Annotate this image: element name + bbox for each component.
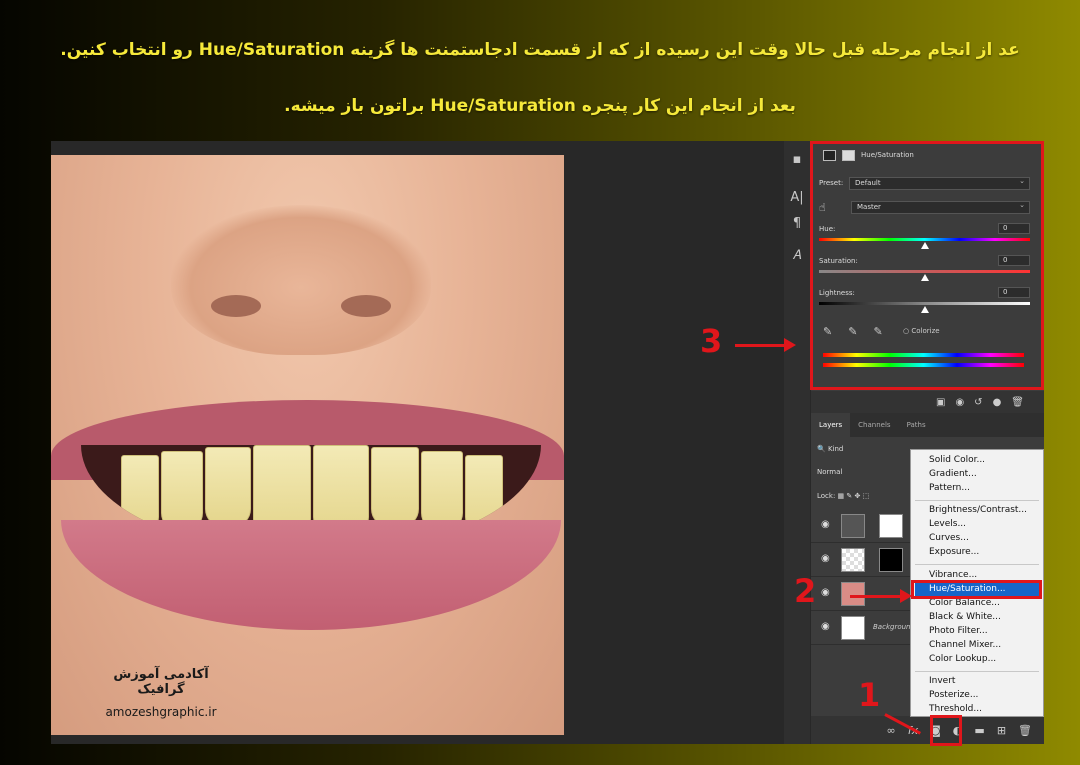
- step-3-number: 3: [700, 322, 723, 360]
- menu-separator: [915, 671, 1039, 672]
- collapsed-panel-icons: ▪ A| ¶ 𝐴: [784, 141, 810, 269]
- step-1-number: 1: [858, 676, 881, 714]
- highlight-box-adjustment-button: [930, 715, 962, 746]
- highlight-box-properties: [810, 141, 1044, 390]
- menu-separator: [915, 564, 1039, 565]
- visibility-icon[interactable]: ●: [993, 397, 1002, 408]
- reset-icon[interactable]: ↺: [974, 397, 982, 408]
- watermark: آکادمی آموزش گرافیک amozeshgraphic.ir: [91, 667, 231, 719]
- menu-item-levels[interactable]: Levels...: [929, 518, 966, 531]
- menu-item-pattern[interactable]: Pattern...: [929, 482, 970, 495]
- menu-item-solid-color[interactable]: Solid Color...: [929, 454, 985, 467]
- lock-row: Lock: ▦ ✎ ✥ ⬚: [817, 492, 870, 500]
- menu-item-brightness-contrast[interactable]: Brightness/Contrast...: [929, 504, 1027, 517]
- tooth: [371, 447, 419, 527]
- folder-icon[interactable]: ▬: [974, 724, 984, 737]
- menu-item-photo-filter[interactable]: Photo Filter...: [929, 625, 988, 638]
- kind-label: Kind: [827, 445, 844, 453]
- new-layer-icon[interactable]: ⊞: [997, 724, 1006, 737]
- adjustment-thumbnail: [841, 514, 865, 538]
- mask-thumbnail[interactable]: [879, 514, 903, 538]
- step-3-arrow-head: [784, 338, 796, 352]
- tooth: [205, 447, 251, 527]
- photo-thumbnail: [841, 582, 865, 606]
- mask-thumbnail[interactable]: [879, 548, 903, 572]
- step-2-arrow: [850, 595, 902, 598]
- paragraph-icon[interactable]: ¶: [784, 211, 810, 237]
- menu-item-black-white[interactable]: Black & White...: [929, 611, 1001, 624]
- background-thumbnail: [841, 616, 865, 640]
- menu-item-gradient[interactable]: Gradient...: [929, 468, 977, 481]
- watermark-fa: آکادمی آموزش گرافیک: [113, 667, 209, 697]
- menu-item-color-lookup[interactable]: Color Lookup...: [929, 653, 996, 666]
- glyphs-icon[interactable]: 𝐴: [784, 243, 810, 269]
- layers-bottom-bar: ∞ fx ◙ ◐ ▬ ⊞ 🗑: [811, 716, 1044, 744]
- properties-footer: ▣ ◉ ↺ ● 🗑: [811, 391, 1044, 413]
- layer-thumbnail: [841, 548, 865, 572]
- document-canvas[interactable]: آکادمی آموزش گرافیک amozeshgraphic.ir: [51, 141, 816, 744]
- eye-icon[interactable]: ◉: [821, 587, 830, 598]
- menu-item-exposure[interactable]: Exposure...: [929, 546, 979, 559]
- blend-mode-value: Normal: [817, 468, 843, 476]
- link-icon[interactable]: ∞: [887, 724, 896, 737]
- eye-icon[interactable]: ◉: [821, 553, 830, 564]
- nostril-left: [211, 295, 261, 317]
- delete-icon[interactable]: 🗑: [1011, 397, 1024, 408]
- menu-item-invert[interactable]: Invert: [929, 675, 955, 688]
- view-previous-icon[interactable]: ◉: [955, 397, 964, 408]
- watermark-url: amozeshgraphic.ir: [105, 705, 217, 719]
- menu-item-posterize[interactable]: Posterize...: [929, 689, 978, 702]
- step-2-number: 2: [794, 572, 817, 610]
- filter-kind-select[interactable]: 🔍 Kind: [817, 445, 843, 453]
- tooth: [421, 451, 463, 531]
- menu-item-curves[interactable]: Curves...: [929, 532, 969, 545]
- step-2-arrow-head: [900, 589, 912, 603]
- comment-icon[interactable]: ▪: [784, 147, 810, 173]
- background-layer-name: Background: [873, 623, 915, 631]
- layers-tabs: Layers Channels Paths: [811, 413, 1044, 437]
- tab-paths[interactable]: Paths: [899, 413, 934, 437]
- instruction-caption-1: عد از انجام مرحله قبل حالا وقت این رسیده…: [60, 40, 1020, 60]
- menu-item-channel-mixer[interactable]: Channel Mixer...: [929, 639, 1001, 652]
- trash-icon[interactable]: 🗑: [1018, 724, 1032, 737]
- eye-icon[interactable]: ◉: [821, 621, 830, 632]
- eye-icon[interactable]: ◉: [821, 519, 830, 530]
- instruction-caption-2: بعد از انجام این کار پنجره Hue/Saturatio…: [284, 96, 796, 116]
- tab-layers[interactable]: Layers: [811, 413, 851, 437]
- clip-to-layer-icon[interactable]: ▣: [936, 397, 945, 408]
- lock-label: Lock:: [817, 492, 836, 500]
- nostril-right: [341, 295, 391, 317]
- menu-separator: [915, 500, 1039, 501]
- tooth: [161, 451, 203, 531]
- lower-lip: [61, 520, 561, 630]
- blend-mode-select[interactable]: Normal: [817, 468, 842, 476]
- tab-channels[interactable]: Channels: [850, 413, 898, 437]
- character-icon[interactable]: A|: [784, 185, 810, 211]
- nose-shape: [171, 205, 431, 355]
- smile-photo: آکادمی آموزش گرافیک amozeshgraphic.ir: [51, 155, 564, 735]
- highlight-box-menu-item: [911, 580, 1042, 599]
- step-3-arrow: [735, 344, 785, 347]
